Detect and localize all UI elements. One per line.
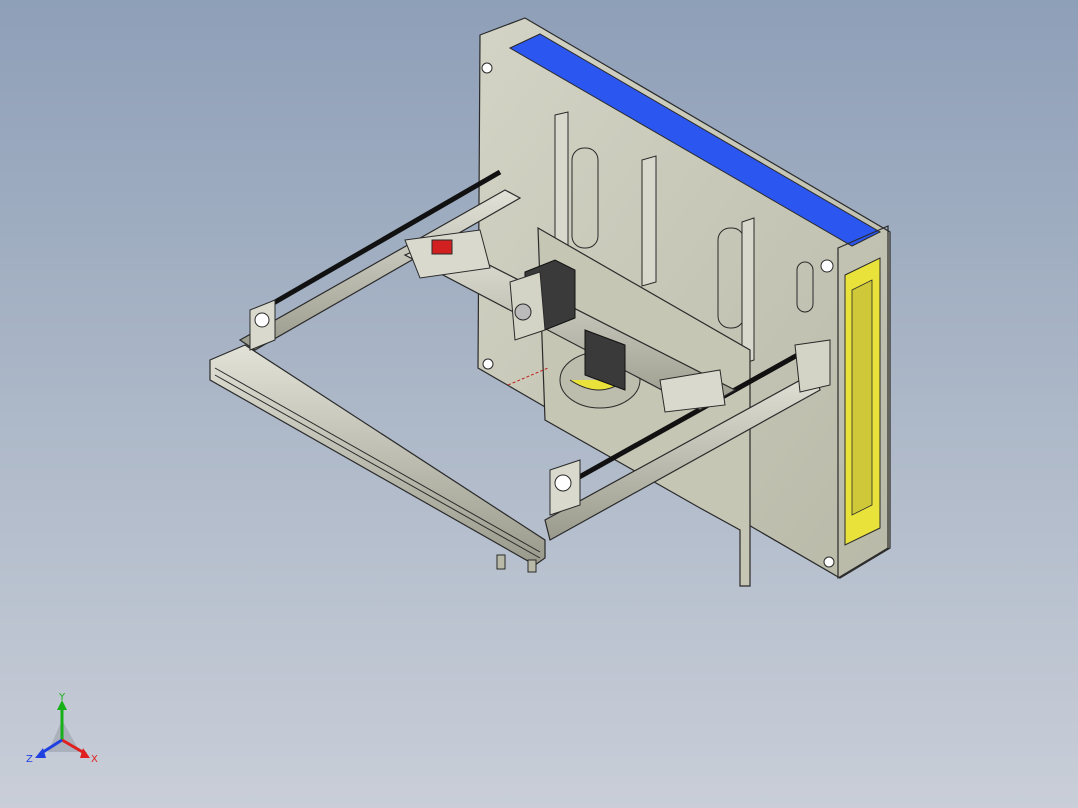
orientation-triad[interactable]: Y X Z bbox=[20, 690, 110, 770]
triad-y-label: Y bbox=[58, 692, 66, 703]
cnc-gantry-assembly-model[interactable] bbox=[0, 0, 1078, 808]
cad-graphics-viewport[interactable]: Y X Z bbox=[0, 0, 1078, 808]
triad-x-arrow-icon bbox=[80, 748, 90, 758]
triad-z-label: Z bbox=[26, 754, 33, 765]
triad-x-label: X bbox=[91, 754, 98, 765]
